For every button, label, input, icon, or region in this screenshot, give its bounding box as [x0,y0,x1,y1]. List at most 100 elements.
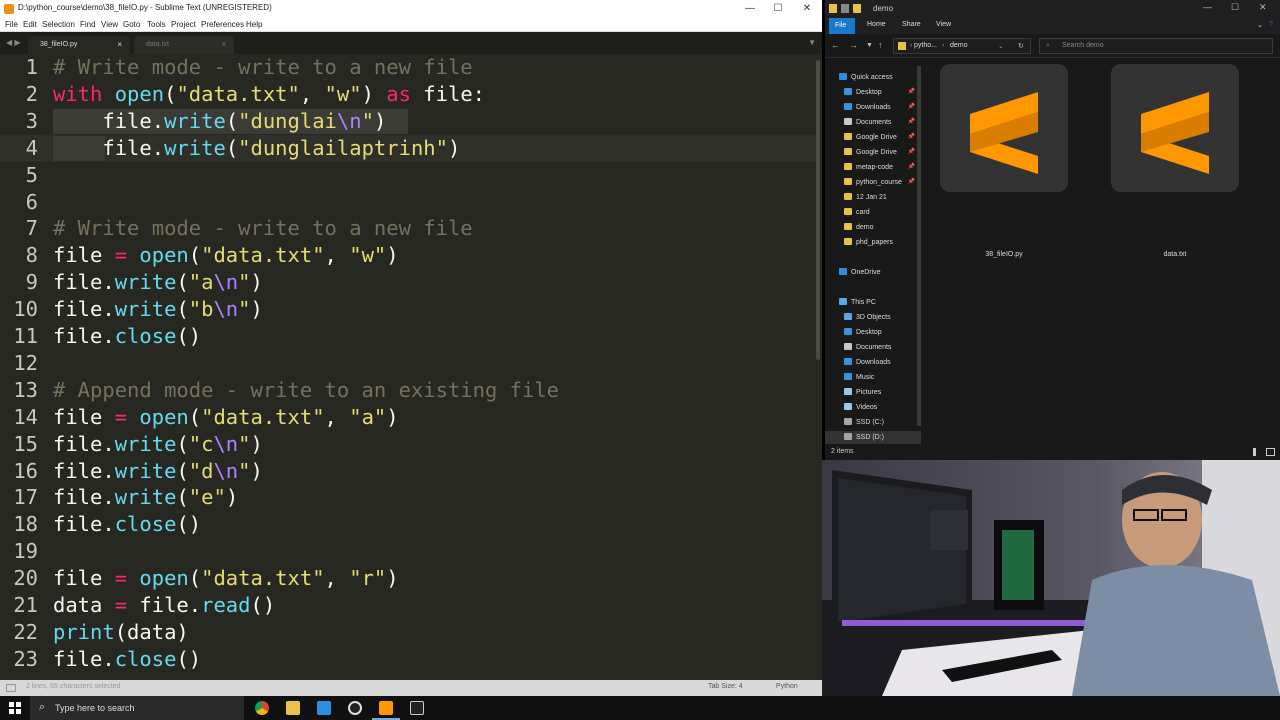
nav-item[interactable]: card [825,206,921,221]
tab-38-fileio[interactable]: 38_fileIO.py × [28,36,130,54]
code-line[interactable]: 7 # Write mode - write to a new file [0,215,818,242]
nav-item[interactable]: phd_papers [825,236,921,251]
file-name[interactable]: 38_fileIO.py [940,251,1068,258]
menu-preferences[interactable]: Preferences [201,20,244,29]
minimize-button[interactable]: — [740,2,760,16]
code-line[interactable]: 8 file = open("data.txt", "w") [0,242,818,269]
nav-item[interactable]: Google Drive 📌 [825,146,921,161]
code-line[interactable]: 10 file.write("b\n") [0,296,818,323]
nav-item[interactable]: Documents 📌 [825,116,921,131]
menu-edit[interactable]: Edit [23,20,37,29]
ribbon-tab-file[interactable]: File [829,18,855,34]
terminal-icon[interactable] [410,701,424,715]
menu-project[interactable]: Project [171,20,196,29]
forward-arrow-icon[interactable]: → [849,40,858,50]
maximize-button[interactable]: ☐ [1231,2,1239,13]
code-line[interactable]: 15 file.write("c\n") [0,431,818,458]
large-icons-view-icon[interactable] [1266,448,1275,456]
nav-item[interactable]: Desktop 📌 [825,86,921,101]
nav-item[interactable]: Quick access [825,71,921,86]
panel-toggle-icon[interactable] [6,684,16,692]
navigation-scrollbar[interactable] [917,66,921,426]
windows-start-icon[interactable] [9,702,21,714]
close-button[interactable]: ✕ [797,2,817,16]
nav-item[interactable]: Pictures [825,386,921,401]
search-input[interactable]: ⌕ Search demo [1039,38,1273,54]
ribbon-expand-chevron-icon[interactable]: ⌄ [1257,21,1263,29]
ribbon-tab-share[interactable]: Share [902,21,921,28]
recent-dropdown-icon[interactable]: ▼ [866,42,873,49]
syntax-indicator[interactable]: Python [776,683,798,690]
back-arrow-icon[interactable]: ← [831,40,840,50]
nav-item[interactable]: This PC [825,296,921,311]
minimize-button[interactable]: — [1203,2,1212,12]
tab-close-icon[interactable]: × [221,40,226,49]
code-line[interactable]: 16 file.write("d\n") [0,458,818,485]
nav-item[interactable]: demo [825,221,921,236]
code-line[interactable]: 12 [0,350,818,377]
details-view-icon[interactable] [1253,448,1256,456]
sublime-text-icon[interactable] [379,701,393,715]
nav-item[interactable]: 12 Jan 21 [825,191,921,206]
menu-file[interactable]: File [5,20,18,29]
code-line[interactable]: 2 with open("data.txt", "w") as file: [0,81,818,108]
tab-list-dropdown-icon[interactable]: ▼ [808,38,816,47]
tab-data-txt[interactable]: data.txt × [134,36,234,54]
code-line[interactable]: 1 # Write mode - write to a new file [0,54,818,81]
ribbon-tab-home[interactable]: Home [867,21,886,28]
code-line[interactable]: 19 [0,538,818,565]
new-folder-icon[interactable] [853,4,861,13]
tab-close-icon[interactable]: × [117,40,122,49]
help-icon[interactable]: ? [1269,21,1273,28]
nav-item[interactable]: Downloads 📌 [825,101,921,116]
code-line[interactable]: 23 file.close() [0,646,818,673]
ribbon-tab-view[interactable]: View [936,21,951,28]
close-button[interactable]: ✕ [1259,2,1267,13]
address-dropdown-icon[interactable]: ⌄ [998,42,1004,50]
taskbar-search[interactable]: ⌕ Type here to search [30,696,244,720]
menu-view[interactable]: View [101,20,118,29]
code-line[interactable]: 13 # Append mode - write to an existing f… [0,377,818,404]
code-line[interactable]: 9 file.write("a\n") [0,269,818,296]
nav-item[interactable]: Videos [825,401,921,416]
address-bar[interactable]: › pytho... › demo ⌄ ↻ [893,38,1031,54]
nav-item[interactable]: Documents [825,341,921,356]
code-line[interactable]: 17 file.write("e") [0,484,818,511]
menu-help[interactable]: Help [246,20,262,29]
obs-icon[interactable] [348,701,362,715]
code-line[interactable]: 11 file.close() [0,323,818,350]
chrome-icon[interactable] [255,701,269,715]
refresh-icon[interactable]: ↻ [1018,42,1024,50]
file-tile-data-txt[interactable] [1111,64,1239,192]
menu-tools[interactable]: Tools [147,20,166,29]
nav-item[interactable]: Desktop [825,326,921,341]
properties-icon[interactable] [841,4,849,13]
code-line[interactable]: 6 [0,189,818,216]
menu-selection[interactable]: Selection [42,20,75,29]
nav-item[interactable]: Google Drive 📌 [825,131,921,146]
nav-item[interactable]: metap-code 📌 [825,161,921,176]
file-explorer-icon[interactable] [286,701,300,715]
nav-item[interactable]: Downloads [825,356,921,371]
up-arrow-icon[interactable]: ↑ [878,40,883,50]
nav-item[interactable]: python_course 📌 [825,176,921,191]
nav-item[interactable]: Music [825,371,921,386]
code-editor[interactable]: 1 # Write mode - write to a new file 2 with… [0,54,822,680]
nav-item[interactable]: SSD (C:) [825,416,921,431]
code-line[interactable]: 5 [0,162,818,189]
mail-icon[interactable] [317,701,331,715]
file-name[interactable]: data.txt [1111,251,1239,258]
breadcrumb-python-course[interactable]: pytho... [914,42,937,49]
code-line[interactable]: 22 print(data) [0,619,818,646]
nav-item[interactable]: OneDrive [825,266,921,281]
tab-nav-arrows-icon[interactable]: ◀ ▶ [6,38,21,47]
code-line[interactable]: 4 file.write("dunglailaptrinh") [0,134,818,162]
code-line[interactable]: 20 file = open("data.txt", "r") [0,565,818,592]
menu-goto[interactable]: Goto [123,20,140,29]
editor-scrollbar[interactable] [816,60,820,360]
code-line[interactable]: 14 file = open("data.txt", "a") [0,404,818,431]
breadcrumb-demo[interactable]: demo [950,42,968,49]
code-line[interactable]: 18 file.close() [0,511,818,538]
tab-size-indicator[interactable]: Tab Size: 4 [708,683,743,690]
file-tile-38-fileio[interactable] [940,64,1068,192]
